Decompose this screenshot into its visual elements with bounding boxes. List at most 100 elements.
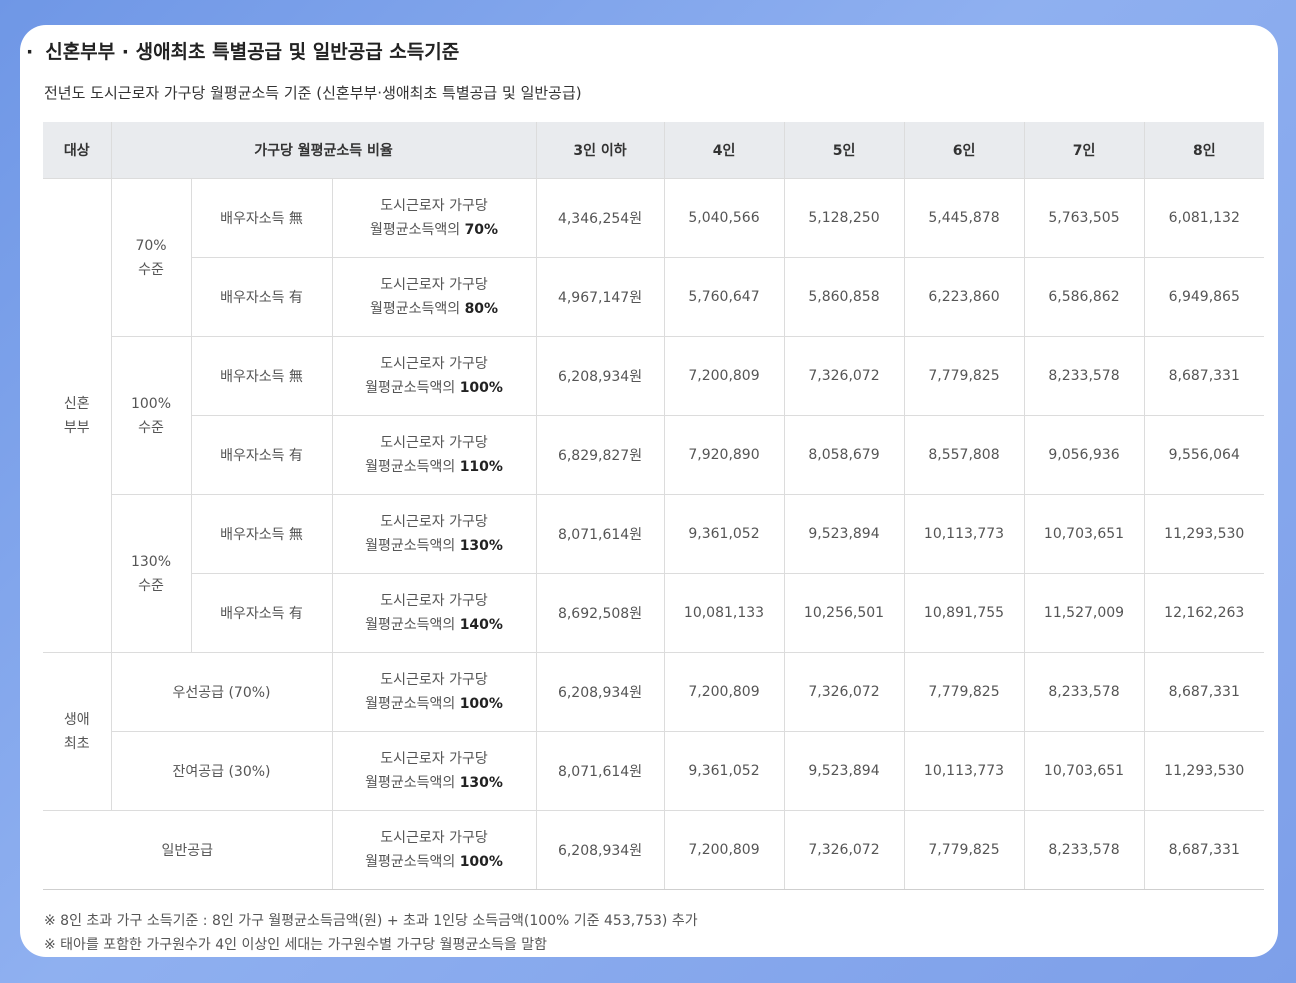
value-cell: 8,687,331 [1143, 336, 1265, 416]
value-cell: 4,967,147원 [535, 257, 665, 337]
basis-cell: 도시근로자 가구당 월평균소득액의 100% [331, 336, 537, 416]
value-cell: 7,779,825 [903, 336, 1025, 416]
value-cell: 7,920,890 [663, 415, 785, 495]
value-cell: 8,071,614원 [535, 731, 665, 811]
table-header-row: 대상 가구당 월평균소득 비율 3인 이하 4인 5인 6인 7인 8인 [43, 122, 1265, 179]
income-table: 대상 가구당 월평균소득 비율 3인 이하 4인 5인 6인 7인 8인 신혼 부… [43, 122, 1265, 890]
table-caption: 전년도 도시근로자 가구당 월평균소득 기준 (신혼부부·생애최초 특별공급 및… [44, 84, 582, 102]
basis-cell: 도시근로자 가구당 월평균소득액의 110% [331, 415, 537, 495]
value-cell: 5,445,878 [903, 178, 1025, 258]
value-cell: 8,557,808 [903, 415, 1025, 495]
value-cell: 7,779,825 [903, 652, 1025, 732]
table-row: 신혼 부부 70% 수준 배우자소득 無 도시근로자 가구당 월평균소득액의 70% … [43, 178, 1265, 653]
table-row: 배우자소득 有 도시근로자 가구당 월평균소득액의 80% 4,967,147원 … [43, 257, 1265, 337]
spouse-cell: 배우자소득 無 [190, 494, 333, 574]
table-row: 배우자소득 有 도시근로자 가구당 월평균소득액의 110% 6,829,827원… [43, 415, 1265, 495]
basis-cell: 도시근로자 가구당 월평균소득액의 100% [331, 652, 537, 732]
header-8: 8인 [1143, 122, 1265, 179]
value-cell: 6,208,934원 [535, 652, 665, 732]
header-7: 7인 [1023, 122, 1145, 179]
value-cell: 12,162,263 [1143, 573, 1265, 653]
value-cell: 8,233,578 [1023, 336, 1145, 416]
value-cell: 8,058,679 [783, 415, 905, 495]
value-cell: 11,527,009 [1023, 573, 1145, 653]
value-cell: 5,040,566 [663, 178, 785, 258]
value-cell: 8,687,331 [1143, 652, 1265, 732]
section-title: · 신혼부부 · 생애최초 특별공급 및 일반공급 소득기준 [26, 37, 459, 64]
value-cell: 6,081,132 [1143, 178, 1265, 258]
value-cell: 7,326,072 [783, 336, 905, 416]
basis-cell: 도시근로자 가구당 월평균소득액의 130% [331, 731, 537, 811]
value-cell: 6,586,862 [1023, 257, 1145, 337]
basis-cell: 도시근로자 가구당 월평균소득액의 140% [331, 573, 537, 653]
value-cell: 9,523,894 [783, 731, 905, 811]
general-supply-cell: 일반공급 [43, 810, 333, 890]
group-first-home: 생애 최초 [43, 652, 112, 811]
value-cell: 8,692,508원 [535, 573, 665, 653]
header-3: 3인 이하 [535, 122, 665, 179]
value-cell: 9,523,894 [783, 494, 905, 574]
value-cell: 6,949,865 [1143, 257, 1265, 337]
table-row: 130% 수준 배우자소득 無 도시근로자 가구당 월평균소득액의 130% 8,0… [43, 494, 1265, 653]
value-cell: 10,891,755 [903, 573, 1025, 653]
value-cell: 4,346,254원 [535, 178, 665, 258]
spouse-cell: 배우자소득 有 [191, 257, 333, 337]
table-row: 일반공급 도시근로자 가구당 월평균소득액의 100% 6,208,934원 7,… [43, 810, 1265, 890]
footnote: ※ 8인 초과 가구 소득기준 : 8인 가구 월평균소득금액(원) + 초과 … [44, 913, 698, 929]
header-target: 대상 [43, 122, 112, 179]
spouse-cell: 배우자소득 有 [191, 415, 333, 495]
header-4: 4인 [663, 122, 785, 179]
value-cell: 7,779,825 [903, 810, 1025, 890]
spouse-cell: 배우자소득 無 [190, 178, 333, 258]
level-130: 130% 수준 [111, 494, 192, 653]
basis-cell: 도시근로자 가구당 월평균소득액의 130% [331, 494, 537, 574]
header-6: 6인 [903, 122, 1025, 179]
value-cell: 10,081,133 [663, 573, 785, 653]
value-cell: 8,687,331 [1143, 810, 1265, 890]
value-cell: 9,361,052 [663, 731, 785, 811]
header-5: 5인 [783, 122, 905, 179]
value-cell: 5,760,647 [663, 257, 785, 337]
value-cell: 6,223,860 [903, 257, 1025, 337]
supply-type-cell: 잔여공급 (30%) [111, 731, 333, 811]
level-70: 70% 수준 [110, 178, 192, 337]
value-cell: 10,256,501 [783, 573, 905, 653]
value-cell: 7,200,809 [663, 652, 785, 732]
value-cell: 10,113,773 [903, 731, 1025, 811]
level-100: 100% 수준 [111, 336, 192, 495]
group-newlywed: 신혼 부부 [43, 178, 112, 653]
supply-type-cell: 우선공급 (70%) [110, 652, 333, 732]
value-cell: 6,208,934원 [535, 810, 665, 890]
value-cell: 10,113,773 [903, 494, 1025, 574]
bullet-icon: · [26, 41, 34, 63]
table-row: 100% 수준 배우자소득 無 도시근로자 가구당 월평균소득액의 100% 6,2… [43, 336, 1265, 495]
value-cell: 8,233,578 [1023, 652, 1145, 732]
spouse-cell: 배우자소득 有 [191, 573, 333, 653]
value-cell: 9,556,064 [1143, 415, 1265, 495]
value-cell: 7,200,809 [663, 336, 785, 416]
basis-cell: 도시근로자 가구당 월평균소득액의 70% [331, 178, 537, 258]
basis-cell: 도시근로자 가구당 월평균소득액의 100% [331, 810, 537, 890]
value-cell: 9,361,052 [663, 494, 785, 574]
value-cell: 9,056,936 [1023, 415, 1145, 495]
value-cell: 10,703,651 [1023, 731, 1145, 811]
value-cell: 7,326,072 [783, 810, 905, 890]
value-cell: 7,326,072 [783, 652, 905, 732]
value-cell: 8,233,578 [1023, 810, 1145, 890]
value-cell: 5,860,858 [783, 257, 905, 337]
content-card: · 신혼부부 · 생애최초 특별공급 및 일반공급 소득기준 전년도 도시근로자 … [20, 25, 1278, 957]
header-ratio: 가구당 월평균소득 비율 [110, 122, 537, 179]
value-cell: 5,763,505 [1023, 178, 1145, 258]
value-cell: 11,293,530 [1143, 731, 1265, 811]
spouse-cell: 배우자소득 無 [190, 336, 333, 416]
section-title-text: 신혼부부 · 생애최초 특별공급 및 일반공급 소득기준 [45, 41, 460, 63]
value-cell: 6,829,827원 [535, 415, 665, 495]
value-cell: 11,293,530 [1143, 494, 1265, 574]
table-row: 생애 최초 우선공급 (70%) 도시근로자 가구당 월평균소득액의 100% 6,… [43, 652, 1265, 811]
value-cell: 5,128,250 [783, 178, 905, 258]
value-cell: 7,200,809 [663, 810, 785, 890]
value-cell: 10,703,651 [1023, 494, 1145, 574]
footnote: ※ 태아를 포함한 가구원수가 4인 이상인 세대는 가구원수별 가구당 월평균… [44, 937, 548, 953]
basis-cell: 도시근로자 가구당 월평균소득액의 80% [331, 257, 537, 337]
value-cell: 6,208,934원 [535, 336, 665, 416]
